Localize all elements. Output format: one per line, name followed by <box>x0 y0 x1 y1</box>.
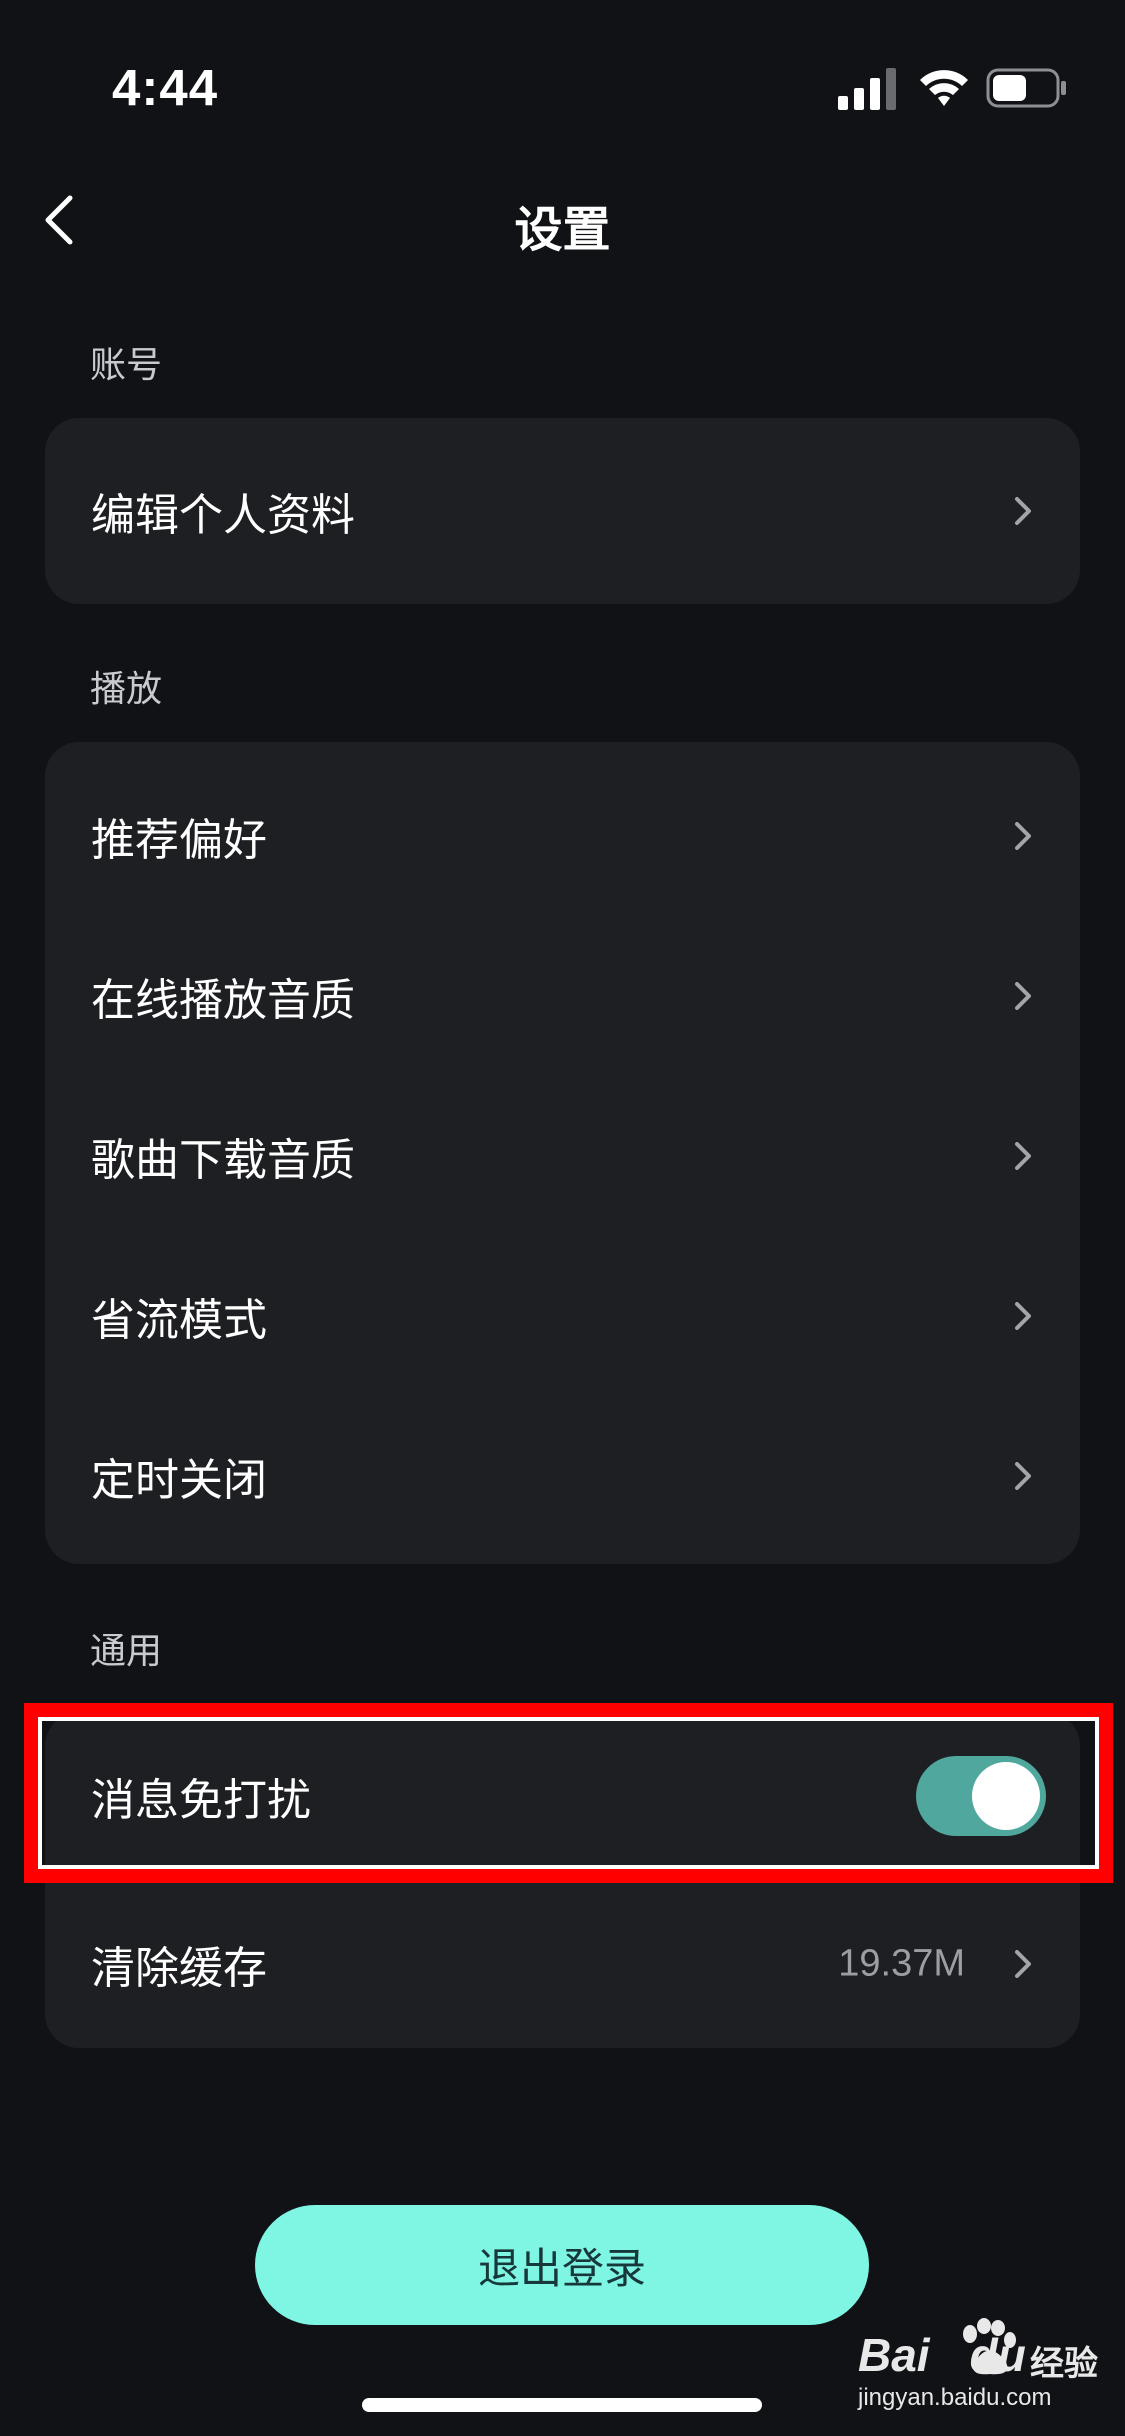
row-label: 清除缓存 <box>91 1943 267 1994</box>
row-label: 定时关闭 <box>91 1455 267 1506</box>
section-label-playback: 播放 <box>90 669 163 710</box>
row-label: 在线播放音质 <box>91 975 355 1026</box>
sleep-timer-row[interactable]: 定时关闭 <box>45 1396 1080 1556</box>
account-card: 编辑个人资料 <box>45 418 1080 604</box>
row-label: 省流模式 <box>91 1295 267 1346</box>
section-label-general: 通用 <box>90 1631 163 1672</box>
nav-bar: 设置 <box>0 170 1125 270</box>
general-card: 消息免打扰 清除缓存 19.37M <box>45 1712 1080 2048</box>
online-quality-row[interactable]: 在线播放音质 <box>45 916 1080 1076</box>
toggle-knob <box>972 1762 1040 1830</box>
logout-button[interactable]: 退出登录 <box>255 2205 869 2325</box>
watermark-product: 经验 <box>1030 2344 1098 2384</box>
do-not-disturb-toggle[interactable] <box>916 1756 1046 1836</box>
watermark-url: jingyan.baidu.com <box>858 2384 1052 2411</box>
chevron-right-icon <box>1015 1302 1031 1330</box>
chevron-right-icon <box>1015 1142 1031 1170</box>
status-time: 4:44 <box>112 59 219 116</box>
chevron-right-icon <box>1015 822 1031 850</box>
row-label: 歌曲下载音质 <box>91 1135 355 1186</box>
section-label-account: 账号 <box>90 345 163 386</box>
row-label: 消息免打扰 <box>91 1775 311 1826</box>
chevron-right-icon <box>1015 1462 1031 1490</box>
do-not-disturb-row: 消息免打扰 <box>45 1712 1080 1880</box>
chevron-right-icon <box>1015 497 1031 525</box>
edit-profile-row[interactable]: 编辑个人资料 <box>45 418 1080 604</box>
playback-card: 推荐偏好 在线播放音质 歌曲下载音质 省流模式 定时关闭 <box>45 742 1080 1564</box>
data-saver-row[interactable]: 省流模式 <box>45 1236 1080 1396</box>
clear-cache-row[interactable]: 清除缓存 19.37M <box>45 1880 1080 2048</box>
row-label: 编辑个人资料 <box>91 490 355 541</box>
status-bar: 4:44 <box>0 0 1125 140</box>
cellular-signal-icon <box>838 68 896 110</box>
paw-icon <box>963 2318 1016 2375</box>
home-indicator <box>362 2398 762 2412</box>
wifi-icon <box>920 70 968 106</box>
chevron-right-icon <box>1015 1950 1031 1978</box>
cache-size-value: 19.37M <box>838 1942 965 1985</box>
chevron-right-icon <box>1015 982 1031 1010</box>
baidu-jingyan-watermark: Baidu 经验 jingyan.baidu.com <box>858 2318 1118 2428</box>
recommend-preference-row[interactable]: 推荐偏好 <box>45 756 1080 916</box>
download-quality-row[interactable]: 歌曲下载音质 <box>45 1076 1080 1236</box>
battery-icon <box>986 68 1066 108</box>
row-label: 推荐偏好 <box>91 815 267 866</box>
page-title: 设置 <box>514 202 611 258</box>
